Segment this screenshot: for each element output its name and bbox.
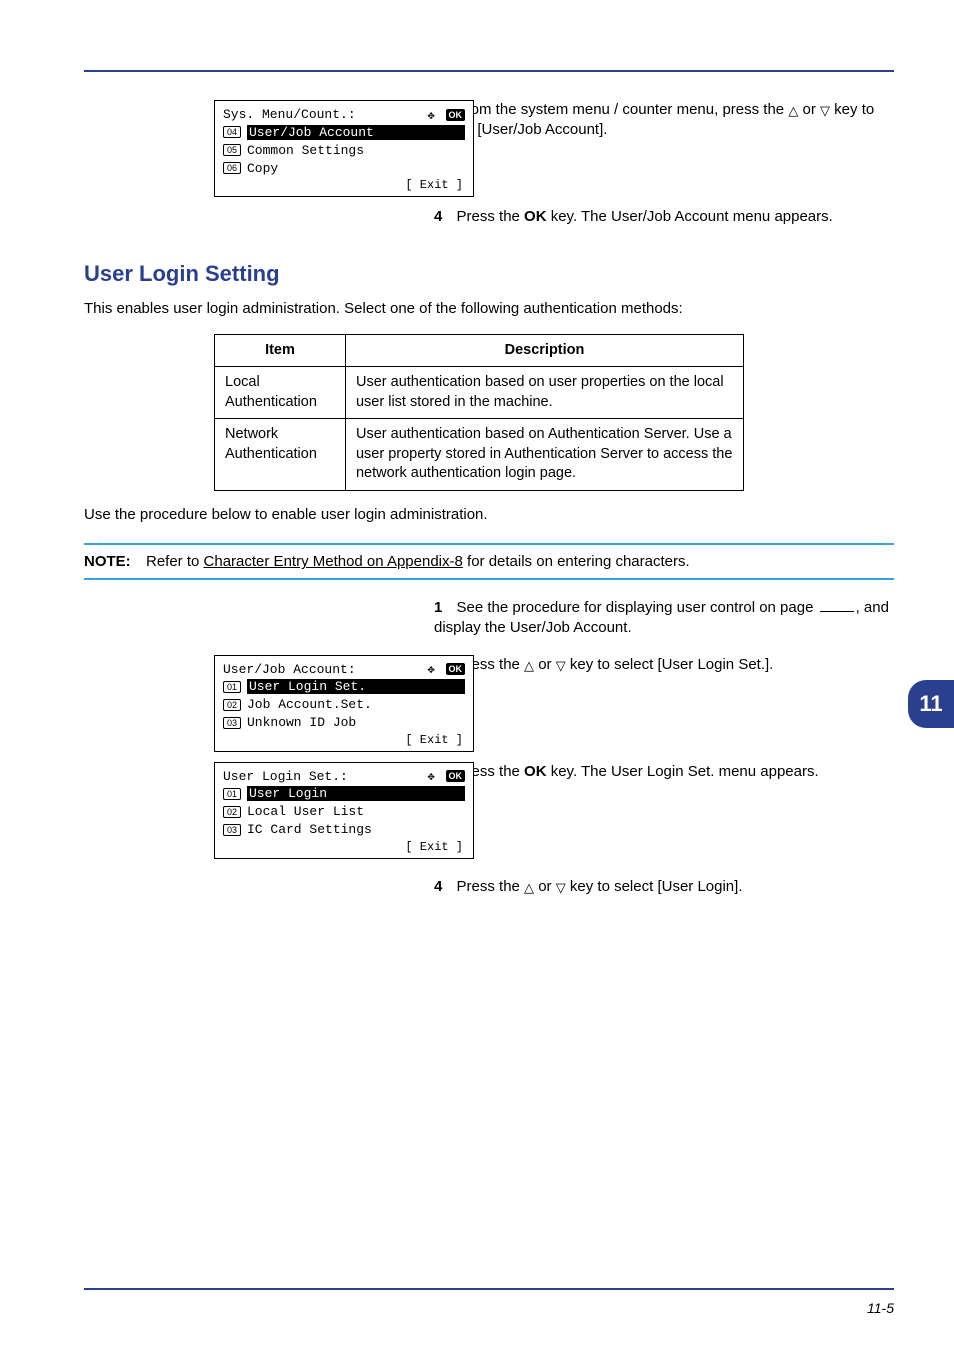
nav-arrows-icon xyxy=(428,662,442,676)
lcd-item: Local User List xyxy=(247,804,465,819)
lcd-indicators: OK xyxy=(428,769,466,783)
table-cell-desc: User authentication based on user proper… xyxy=(345,367,743,419)
table-cell-desc: User authentication based on Authenticat… xyxy=(345,419,743,491)
header-region xyxy=(84,30,894,70)
step2-2-row: User/Job Account: OK 01 User Login Set. 0… xyxy=(84,655,894,752)
triangle-down-icon: ▽ xyxy=(820,104,830,117)
nav-arrows-icon xyxy=(428,769,442,783)
nav-arrows-icon xyxy=(428,108,442,122)
lcd-item-hl: User/Job Account xyxy=(247,125,465,140)
item-num: 01 xyxy=(223,788,241,800)
ok-badge: OK xyxy=(446,109,466,121)
step2-4-text: 4 Press the △ or ▽ key to select [User L… xyxy=(434,877,894,897)
item-num: 03 xyxy=(223,717,241,729)
lcd-item: Copy xyxy=(247,161,465,176)
auth-table: Item Description Local Authentication Us… xyxy=(214,334,744,491)
lcd-exit: [ Exit ] xyxy=(405,840,463,854)
lcd-item-hl: User Login xyxy=(247,786,465,801)
lcd-item-hl: User Login Set. xyxy=(247,679,465,694)
page-ref-blank[interactable] xyxy=(820,611,854,612)
table-cell-item: Local Authentication xyxy=(215,367,346,419)
ok-key: OK xyxy=(524,208,547,225)
note-text: Refer to Character Entry Method on Appen… xyxy=(146,553,894,570)
lcd-exit: [ Exit ] xyxy=(405,733,463,747)
lcd-indicators: OK xyxy=(428,662,466,676)
ok-badge: OK xyxy=(446,663,466,675)
table-header-row: Item Description xyxy=(215,334,744,367)
step2-4-row: 4 Press the △ or ▽ key to select [User L… xyxy=(84,877,894,903)
intro-para: This enables user login administration. … xyxy=(84,299,894,319)
step-number: 4 xyxy=(434,878,442,895)
item-num: 03 xyxy=(223,824,241,836)
use-procedure-para: Use the procedure below to enable user l… xyxy=(84,505,894,525)
page-number: 11-5 xyxy=(867,1300,894,1316)
step2-1-text: 1 See the procedure for displaying user … xyxy=(434,598,894,639)
note-link[interactable]: Character Entry Method on Appendix-8 xyxy=(204,553,463,570)
ok-key: OK xyxy=(524,763,547,780)
chapter-tab: 11 xyxy=(908,680,954,728)
note-rule-bottom xyxy=(84,578,894,580)
table-row: Network Authentication User authenticati… xyxy=(215,419,744,491)
step-4-text: 4 Press the OK key. The User/Job Account… xyxy=(434,207,894,227)
lcd-item: Job Account.Set. xyxy=(247,697,465,712)
table-header: Item xyxy=(215,334,346,367)
step2-3-text: 3 Press the OK key. The User Login Set. … xyxy=(434,762,894,782)
item-num: 02 xyxy=(223,699,241,711)
lcd-title: User Login Set.: xyxy=(223,769,348,784)
item-num: 02 xyxy=(223,806,241,818)
table-row: Local Authentication User authentication… xyxy=(215,367,744,419)
triangle-up-icon: △ xyxy=(524,881,534,894)
step-number: 1 xyxy=(434,599,442,616)
bottom-divider xyxy=(84,1288,894,1290)
table-cell-item: Network Authentication xyxy=(215,419,346,491)
step-3-text: 3 From the system menu / counter menu, p… xyxy=(434,100,894,141)
lcd-item: Common Settings xyxy=(247,143,465,158)
note-label: NOTE: xyxy=(84,553,146,570)
step2-1-row: 1 See the procedure for displaying user … xyxy=(84,598,894,645)
step2-3-row: User Login Set.: OK 01 User Login 02 Local… xyxy=(84,762,894,859)
item-num: 06 xyxy=(223,162,241,174)
item-num: 04 xyxy=(223,126,241,138)
lcd-user-job: User/Job Account: OK 01 User Login Set. 0… xyxy=(214,655,474,752)
step-4-row: 4 Press the OK key. The User/Job Account… xyxy=(84,207,894,233)
lcd-user-login-set: User Login Set.: OK 01 User Login 02 Local… xyxy=(214,762,474,859)
lcd-item: Unknown ID Job xyxy=(247,715,465,730)
lcd-sys-menu: Sys. Menu/Count.: OK 04User/Job Account … xyxy=(214,100,474,197)
top-divider xyxy=(84,70,894,72)
lcd-exit: [ Exit ] xyxy=(405,178,463,192)
section-heading: User Login Setting xyxy=(84,261,894,287)
triangle-down-icon: ▽ xyxy=(556,881,566,894)
item-num: 05 xyxy=(223,144,241,156)
ok-badge: OK xyxy=(446,770,466,782)
lcd-indicators: OK xyxy=(428,108,466,122)
triangle-up-icon: △ xyxy=(788,104,798,117)
lcd-item: IC Card Settings xyxy=(247,822,465,837)
lcd-title: User/Job Account: xyxy=(223,662,356,677)
note-block: NOTE: Refer to Character Entry Method on… xyxy=(84,543,894,580)
table-header: Description xyxy=(345,334,743,367)
item-num: 01 xyxy=(223,681,241,693)
step2-2-text: 2 Press the △ or ▽ key to select [User L… xyxy=(434,655,894,675)
lcd-title: Sys. Menu/Count.: xyxy=(223,107,356,122)
step-3-row: Sys. Menu/Count.: OK 04User/Job Account … xyxy=(84,100,894,197)
step-number: 4 xyxy=(434,208,442,225)
triangle-up-icon: △ xyxy=(524,659,534,672)
triangle-down-icon: ▽ xyxy=(556,659,566,672)
